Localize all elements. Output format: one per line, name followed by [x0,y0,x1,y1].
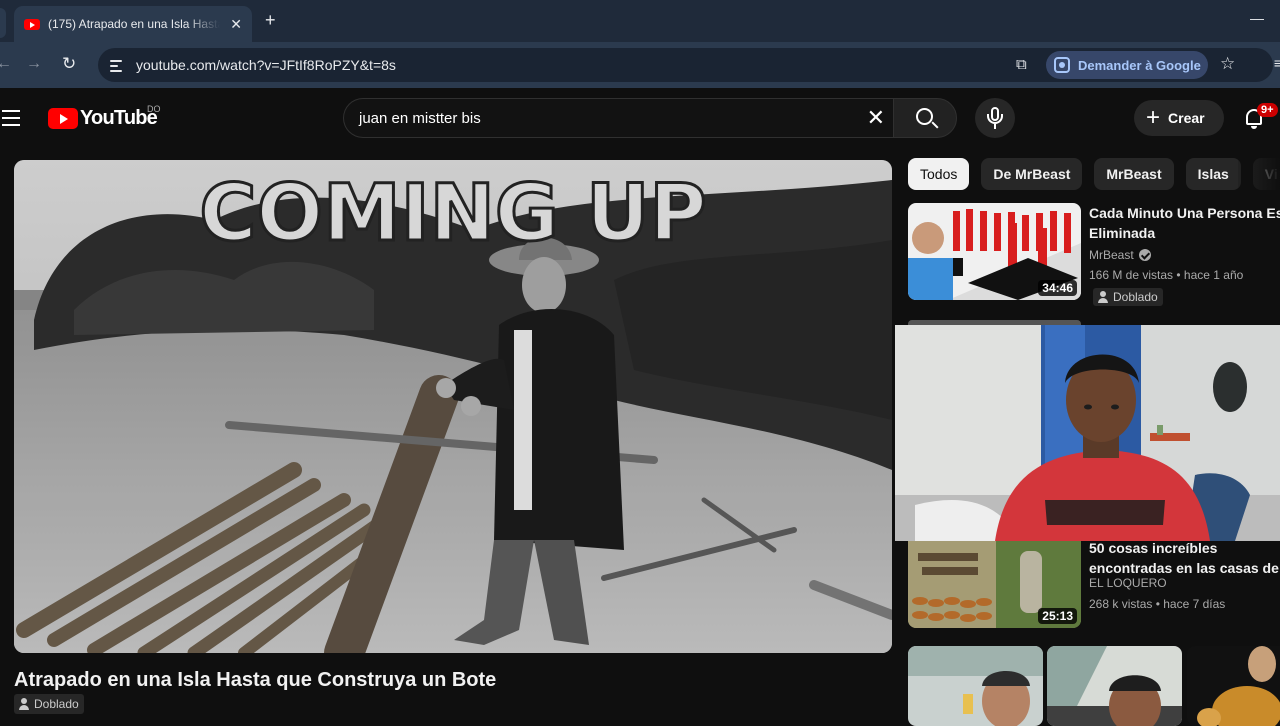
bookmark-star-icon[interactable]: ☆ [1220,54,1235,74]
browser-menu-icon[interactable]: ≡ [1274,55,1280,71]
browser-tab-strip: (175) Atrapado en una Isla Hasta que Con… [0,0,1280,42]
voice-search-button[interactable] [975,98,1015,138]
recommendation-item[interactable]: 34:46 Cada Minuto Una Persona Es Elimina… [908,203,1280,313]
chips-fade [1238,158,1280,190]
tab-close-icon[interactable]: ✕ [230,16,242,33]
install-app-icon[interactable]: ⧉ [1016,56,1027,73]
search-query[interactable]: juan en mistter bis [359,110,481,127]
video-player[interactable]: COMING UP [14,160,892,653]
recommendation-meta: 166 M de vistas • hace 1 año [1089,268,1244,282]
chip-mrbeast[interactable]: MrBeast [1094,158,1174,190]
youtube-logo[interactable]: YouTube [48,107,158,130]
recommendation-thumbnail[interactable]: 25:13 [908,541,1081,628]
recommendation-item[interactable]: 25:13 50 cosas increíbles encontradas en… [908,538,1280,631]
browser-tab-active[interactable]: (175) Atrapado en una Isla Hasta que Con… [14,6,252,42]
dubbed-badge: Doblado [1093,288,1163,306]
video-duration: 34:46 [1038,280,1077,296]
new-tab-button[interactable]: + [265,10,276,31]
coming-up-overlay: COMING UP [199,169,706,259]
title-line-2: encontradas en las casas de l [1089,560,1280,576]
title-line-1: 50 cosas increíbles [1089,540,1218,556]
dubbed-label: Doblado [34,697,79,711]
google-lens-label: Demander à Google [1078,57,1201,73]
dubbed-label: Doblado [1113,290,1158,304]
channel-name[interactable]: EL LOQUERO [1089,576,1167,590]
country-code: DO [147,104,161,114]
hamburger-menu-icon[interactable] [2,110,20,131]
previous-tab-stub[interactable] [0,8,6,38]
youtube-play-icon [48,108,78,129]
recommendation-title[interactable]: Cada Minuto Una Persona Es Eliminada [1089,203,1280,243]
browser-toolbar: ← → ↻ youtube.com/watch?v=JFtIf8RoPZY&t=… [0,42,1280,88]
google-lens-icon [1054,57,1070,73]
reload-icon[interactable]: ↻ [62,54,76,74]
verified-check-icon [1138,249,1151,261]
notification-count-badge: 9+ [1257,103,1278,117]
forward-arrow-icon[interactable]: → [26,55,42,73]
search-input[interactable]: juan en mistter bis ✕ [343,98,893,138]
chip-todos[interactable]: Todos [908,158,970,190]
back-arrow-icon[interactable]: ← [0,55,12,73]
plus-icon: + [1146,104,1161,131]
shelf-thumbnail[interactable] [908,646,1043,726]
site-info-icon[interactable] [108,57,124,73]
dubbed-person-icon [19,698,31,710]
filter-chips: Todos De MrBeast MrBeast Islas Vi [908,158,1280,190]
video-duration: 25:13 [1038,608,1077,624]
url-text[interactable]: youtube.com/watch?v=JFtIf8RoPZY&t=8s [136,57,396,73]
recommendation-channel[interactable]: MrBeast [1089,248,1151,262]
dubbed-badge: Doblado [14,694,84,714]
recommendation-channel[interactable]: EL LOQUERO [1089,576,1167,590]
webcam-overlay [895,325,1280,541]
clear-search-icon[interactable]: ✕ [867,105,885,131]
chip-de-mrbeast[interactable]: De MrBeast [981,158,1083,190]
google-lens-button[interactable]: Demander à Google [1046,51,1208,79]
recommendation-meta: 268 k vistas • hace 7 días [1089,597,1226,611]
shelf-thumbnail[interactable] [1047,646,1182,726]
youtube-favicon-icon [24,18,40,30]
recommendation-thumbnail[interactable]: 34:46 [908,203,1081,300]
recommendation-title[interactable]: 50 cosas increíbles encontradas en las c… [1089,538,1280,578]
youtube-wordmark: YouTube [80,107,158,129]
shelf-thumbnail[interactable] [1187,646,1280,726]
search-button[interactable] [893,98,957,138]
tab-title: (175) Atrapado en una Isla Hasta que Con… [48,17,220,31]
video-title: Atrapado en una Isla Hasta que Construya… [14,669,497,691]
address-bar[interactable]: youtube.com/watch?v=JFtIf8RoPZY&t=8s ⧉ D… [98,48,1273,82]
create-label: Crear [1168,110,1205,126]
chip-islas[interactable]: Islas [1185,158,1241,190]
youtube-header: YouTube DO juan en mistter bis ✕ + Crear… [0,88,1280,148]
dubbed-person-icon [1098,291,1110,303]
create-button[interactable]: + Crear [1134,100,1224,136]
minimize-window-icon[interactable]: — [1250,10,1264,26]
channel-name[interactable]: MrBeast [1089,248,1134,262]
video-frame: COMING UP [14,160,892,653]
